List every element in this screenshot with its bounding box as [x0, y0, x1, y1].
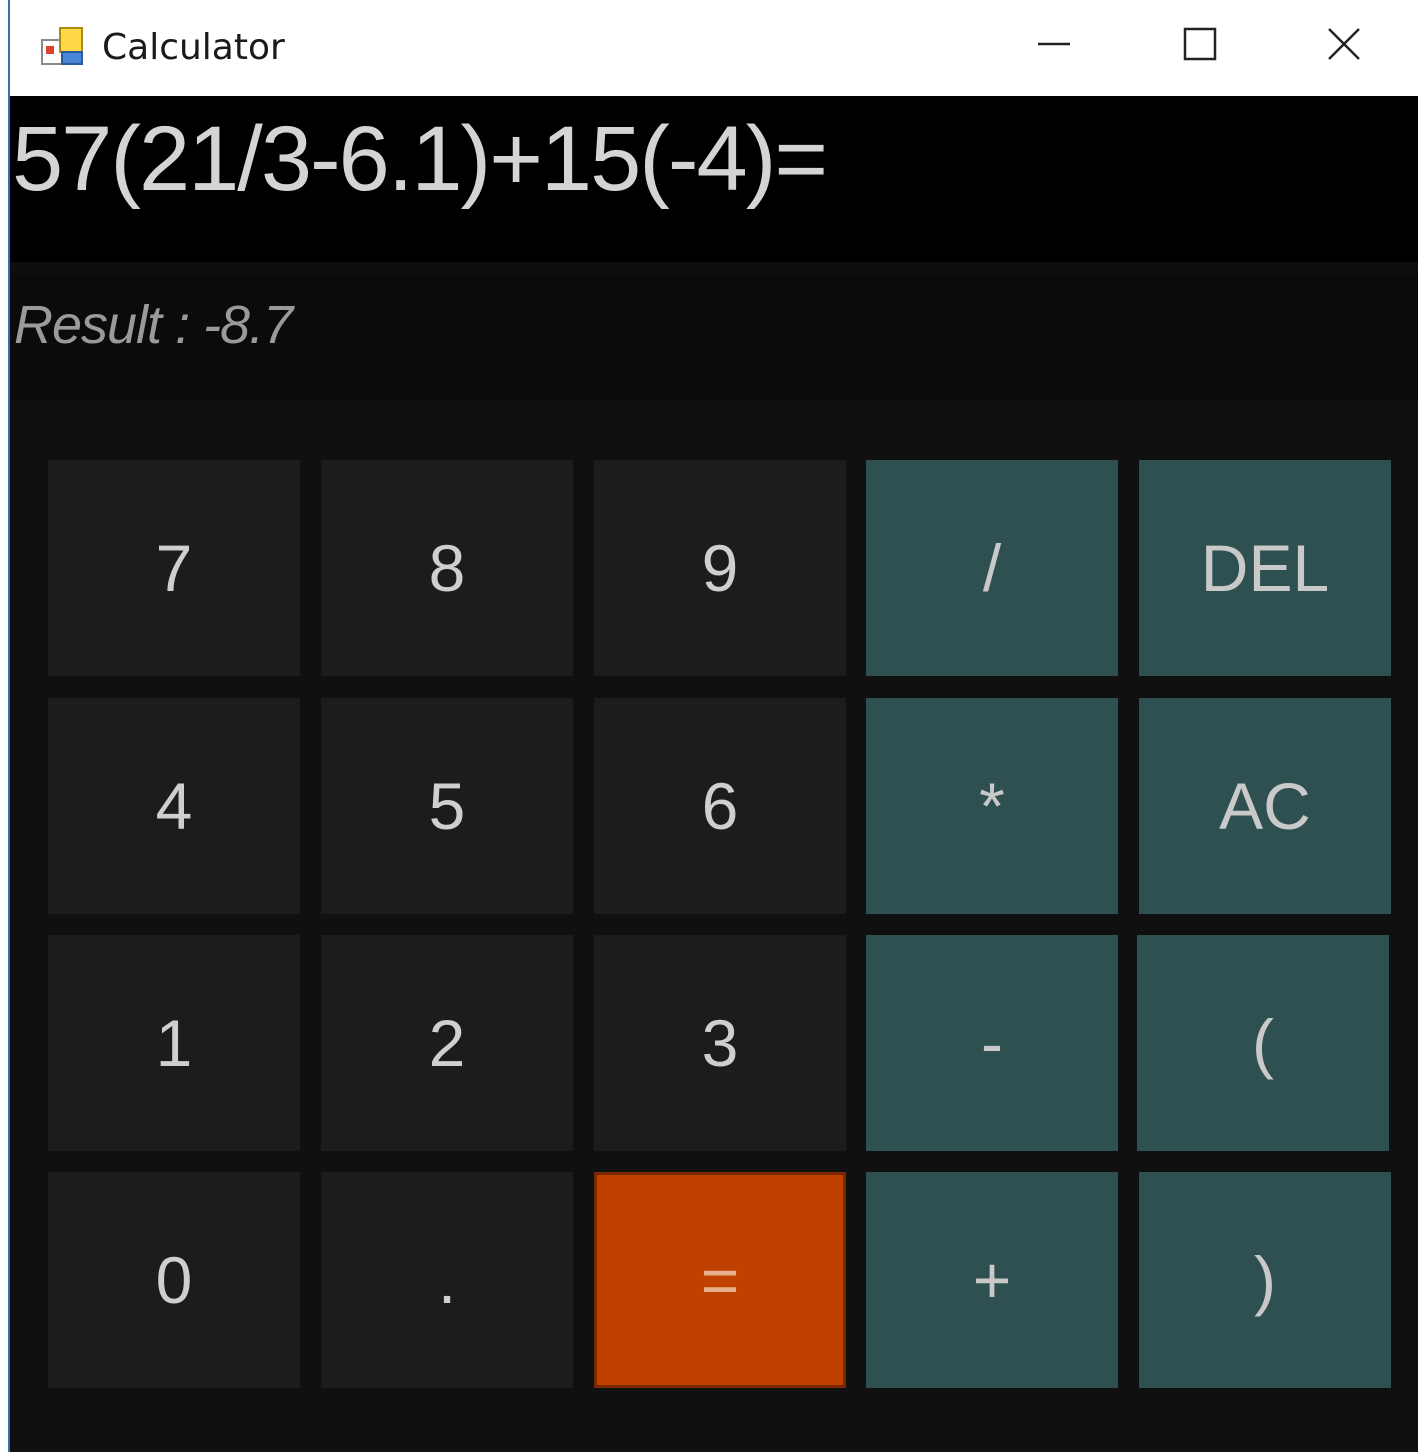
key-9[interactable]: 9	[594, 460, 846, 676]
expression-display: 57(21/3-6.1)+15(-4)=	[10, 96, 1418, 262]
key-8[interactable]: 8	[321, 460, 573, 676]
minimize-icon	[1036, 26, 1072, 67]
key-equals[interactable]: =	[594, 1172, 846, 1388]
key-4[interactable]: 4	[48, 698, 300, 914]
key-multiply[interactable]: *	[866, 698, 1118, 914]
key-all-clear[interactable]: AC	[1139, 698, 1391, 914]
key-6[interactable]: 6	[594, 698, 846, 914]
minimize-button[interactable]	[994, 8, 1114, 84]
maximize-icon	[1182, 26, 1218, 67]
key-decimal[interactable]: .	[321, 1172, 573, 1388]
key-divide[interactable]: /	[866, 460, 1118, 676]
result-display: Result : -8.7	[10, 262, 1418, 400]
key-5[interactable]: 5	[321, 698, 573, 914]
key-0[interactable]: 0	[48, 1172, 300, 1388]
close-icon	[1326, 26, 1362, 67]
key-right-paren[interactable]: )	[1139, 1172, 1391, 1388]
key-delete[interactable]: DEL	[1139, 460, 1391, 676]
key-2[interactable]: 2	[321, 935, 573, 1151]
key-3[interactable]: 3	[594, 935, 846, 1151]
window-title: Calculator	[102, 27, 285, 68]
key-left-paren[interactable]: (	[1137, 935, 1389, 1151]
key-7[interactable]: 7	[48, 460, 300, 676]
key-add[interactable]: +	[866, 1172, 1118, 1388]
title-bar[interactable]: Calculator	[10, 8, 1418, 96]
maximize-button[interactable]	[1140, 8, 1260, 84]
result-text: Result : -8.7	[14, 295, 293, 355]
key-1[interactable]: 1	[48, 935, 300, 1151]
keypad: 7 8 9 / DEL 4 5 6 * AC 1 2 3 - ( 0 . = +…	[10, 400, 1418, 1452]
close-button[interactable]	[1284, 8, 1404, 84]
expression-text: 57(21/3-6.1)+15(-4)=	[12, 108, 828, 210]
key-subtract[interactable]: -	[866, 935, 1118, 1151]
app-icon	[40, 26, 86, 68]
calculator-window: Calculator 57(21/3-6.1)+15(-4)= Result :…	[0, 0, 1426, 1452]
